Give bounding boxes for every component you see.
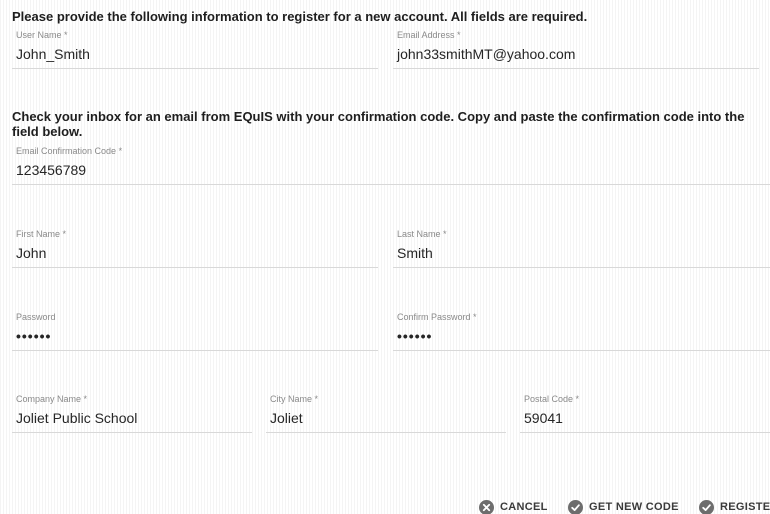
city-name-field[interactable]: City Name * Joliet [266,394,506,433]
last-name-input[interactable]: Smith [397,245,766,261]
confirm-password-input[interactable]: •••••• [397,328,766,344]
postal-code-field[interactable]: Postal Code * 59041 [520,394,770,433]
user-name-input[interactable]: John_Smith [16,46,374,62]
company-name-label: Company Name * [16,394,88,404]
register-button[interactable]: REGISTE [699,499,770,514]
email-input[interactable]: john33smithMT@yahoo.com [397,46,755,62]
password-label: Password [16,312,56,322]
last-name-label: Last Name * [397,229,447,239]
check-circle-icon [699,499,714,514]
register-button-label: REGISTE [720,501,770,513]
cancel-button-label: CANCEL [500,501,548,513]
cancel-button[interactable]: CANCEL [479,499,548,514]
last-name-field[interactable]: Last Name * Smith [393,229,770,268]
password-input[interactable]: •••••• [16,328,374,344]
confirmation-instructions: Check your inbox for an email from EQuIS… [12,109,745,139]
confirm-password-field[interactable]: Confirm Password * •••••• [393,312,770,351]
postal-code-input[interactable]: 59041 [524,410,766,426]
get-new-code-button[interactable]: GET NEW CODE [568,499,679,514]
get-new-code-button-label: GET NEW CODE [589,501,679,513]
first-name-field[interactable]: First Name * John [12,229,378,268]
check-circle-icon [568,499,583,514]
confirmation-code-label: Email Confirmation Code * [16,146,123,156]
registration-form: Please provide the following information… [0,0,770,514]
city-name-label: City Name * [270,394,319,404]
close-circle-icon [479,499,494,514]
user-name-label: User Name * [16,30,68,40]
email-label: Email Address * [397,30,461,40]
form-actions: CANCEL GET NEW CODE REGISTE [0,495,770,514]
password-field[interactable]: Password •••••• [12,312,378,351]
email-field[interactable]: Email Address * john33smithMT@yahoo.com [393,30,759,69]
first-name-label: First Name * [16,229,67,239]
city-name-input[interactable]: Joliet [270,410,502,426]
postal-code-label: Postal Code * [524,394,580,404]
account-instructions: Please provide the following information… [12,9,588,24]
company-name-input[interactable]: Joliet Public School [16,410,248,426]
confirm-password-label: Confirm Password * [397,312,477,322]
user-name-field[interactable]: User Name * John_Smith [12,30,378,69]
company-name-field[interactable]: Company Name * Joliet Public School [12,394,252,433]
confirmation-code-input[interactable]: 123456789 [16,162,766,178]
confirmation-code-field[interactable]: Email Confirmation Code * 123456789 [12,146,770,185]
first-name-input[interactable]: John [16,245,374,261]
